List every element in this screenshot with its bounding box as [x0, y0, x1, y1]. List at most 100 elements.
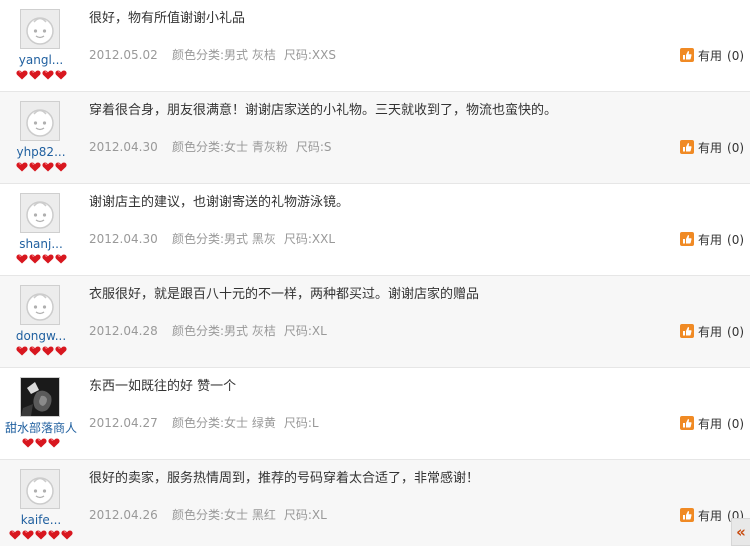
default-avatar-icon: [21, 102, 59, 140]
review-item: dongw... 衣服很好，就是跟百八十元的不一样，两种都买过。谢谢店家的赠品 20…: [0, 276, 750, 368]
heart-icon: [61, 530, 73, 540]
review-list: yangl... 很好，物有所值谢谢小礼品 2012.05.02 颜色分类:男式 灰桔…: [0, 0, 750, 546]
review-item: shanj... 谢谢店主的建议，也谢谢寄送的礼物游泳镜。 2012.04.30 颜色…: [0, 184, 750, 276]
size-info: 尺码:XXS: [283, 48, 336, 62]
default-avatar-icon: [21, 194, 59, 232]
thumbs-up-icon: [680, 324, 694, 338]
thumbs-up-icon: [680, 232, 694, 246]
heart-icon: [15, 70, 28, 80]
review-text: 很好，物有所值谢谢小礼品: [89, 11, 246, 26]
color-classification: 颜色分类:女士 绿黄: [172, 416, 276, 430]
review-date: 2012.05.02: [89, 48, 158, 62]
avatar[interactable]: [20, 285, 60, 325]
review-date: 2012.04.26: [89, 508, 158, 522]
reviewer-name-link[interactable]: kaife...: [0, 513, 82, 527]
reviewer-name-link[interactable]: yangl...: [0, 53, 82, 67]
heart-icon: [15, 346, 28, 356]
color-classification: 颜色分类:女士 青灰粉: [172, 140, 288, 154]
thumbs-up-icon: [680, 48, 694, 62]
review-item: 甜水部落商人 东西一如既往的好 赞一个 2012.04.27 颜色分类:女士 绿黄 尺码…: [0, 368, 750, 460]
review-text: 衣服很好，就是跟百八十元的不一样，两种都买过。谢谢店家的赠品: [89, 287, 480, 302]
color-classification: 颜色分类:男式 黑灰: [172, 232, 276, 246]
heart-icon: [54, 346, 67, 356]
useful-label: 有用: [698, 49, 723, 63]
reviewer-name-link[interactable]: dongw...: [0, 329, 82, 343]
default-avatar-icon: [21, 470, 59, 508]
review-text: 很好的卖家，服务热情周到，推荐的号码穿着太合适了，非常感谢！: [89, 471, 480, 486]
size-info: 尺码:XXL: [283, 232, 336, 246]
heart-icon: [35, 438, 47, 448]
thumbs-up-icon: [680, 416, 694, 430]
reviewer-name-link[interactable]: 甜水部落商人: [0, 421, 82, 435]
buyer-rating-hearts: [0, 162, 82, 177]
heart-icon: [54, 162, 67, 172]
heart-icon: [54, 254, 67, 264]
useful-vote-button[interactable]: 有用 (0): [680, 324, 744, 340]
reviewer-name-link[interactable]: yhp82...: [0, 145, 82, 159]
heart-icon: [9, 530, 21, 540]
review-text: 谢谢店主的建议，也谢谢寄送的礼物游泳镜。: [89, 195, 350, 210]
avatar[interactable]: [20, 193, 60, 233]
useful-count: (0): [727, 141, 745, 155]
heart-icon: [41, 70, 54, 80]
useful-count: (0): [727, 49, 745, 63]
review-date: 2012.04.30: [89, 140, 158, 154]
avatar[interactable]: [20, 377, 60, 417]
useful-vote-button[interactable]: 有用 (0): [680, 48, 744, 64]
thumbs-up-icon: [680, 508, 694, 522]
buyer-rating-hearts: [0, 530, 82, 545]
useful-vote-button[interactable]: 有用 (0): [680, 416, 744, 432]
heart-icon: [28, 346, 41, 356]
heart-icon: [22, 438, 34, 448]
useful-label: 有用: [698, 141, 723, 155]
useful-label: 有用: [698, 325, 723, 339]
heart-icon: [15, 162, 28, 172]
color-classification: 颜色分类:男式 灰桔: [172, 48, 276, 62]
double-chevron-left-icon: «: [736, 523, 746, 541]
buyer-rating-hearts: [0, 346, 82, 361]
heart-icon: [48, 438, 60, 448]
heart-icon: [35, 530, 47, 540]
size-info: 尺码:S: [295, 140, 332, 154]
useful-vote-button[interactable]: 有用 (0): [680, 232, 744, 248]
reviewer: dongw...: [0, 276, 82, 368]
review-date: 2012.04.30: [89, 232, 158, 246]
color-classification: 颜色分类:女士 黑红: [172, 508, 276, 522]
size-info: 尺码:XL: [283, 508, 327, 522]
reviewer: kaife...: [0, 460, 82, 552]
buyer-rating-hearts: [0, 438, 82, 453]
review-text: 东西一如既往的好 赞一个: [89, 379, 237, 394]
review-date: 2012.04.27: [89, 416, 158, 430]
buyer-rating-hearts: [0, 70, 82, 85]
size-info: 尺码:XL: [283, 324, 327, 338]
collapse-panel-button[interactable]: «: [731, 518, 750, 546]
useful-count: (0): [727, 417, 745, 431]
color-classification: 颜色分类:男式 灰桔: [172, 324, 276, 338]
reviewer: yangl...: [0, 0, 82, 92]
review-meta: 2012.04.26 颜色分类:女士 黑红 尺码:XL: [89, 507, 327, 523]
size-info: 尺码:L: [283, 416, 319, 430]
heart-icon: [28, 162, 41, 172]
avatar[interactable]: [20, 101, 60, 141]
reviewer: 甜水部落商人: [0, 368, 82, 460]
heart-icon: [41, 254, 54, 264]
heart-icon: [48, 530, 60, 540]
review-text: 穿着很合身，朋友很满意！谢谢店家送的小礼物。三天就收到了，物流也蛮快的。: [89, 103, 558, 118]
reviewer: shanj...: [0, 184, 82, 276]
heart-icon: [15, 254, 28, 264]
useful-label: 有用: [698, 233, 723, 247]
review-meta: 2012.04.28 颜色分类:男式 灰桔 尺码:XL: [89, 323, 327, 339]
review-meta: 2012.05.02 颜色分类:男式 灰桔 尺码:XXS: [89, 47, 336, 63]
reviewer-name-link[interactable]: shanj...: [0, 237, 82, 251]
thumbs-up-icon: [680, 140, 694, 154]
heart-icon: [28, 70, 41, 80]
useful-label: 有用: [698, 509, 723, 523]
heart-icon: [54, 70, 67, 80]
avatar[interactable]: [20, 469, 60, 509]
avatar[interactable]: [20, 9, 60, 49]
reviewer: yhp82...: [0, 92, 82, 184]
useful-count: (0): [727, 233, 745, 247]
useful-label: 有用: [698, 417, 723, 431]
useful-vote-button[interactable]: 有用 (0): [680, 140, 744, 156]
review-meta: 2012.04.27 颜色分类:女士 绿黄 尺码:L: [89, 415, 319, 431]
